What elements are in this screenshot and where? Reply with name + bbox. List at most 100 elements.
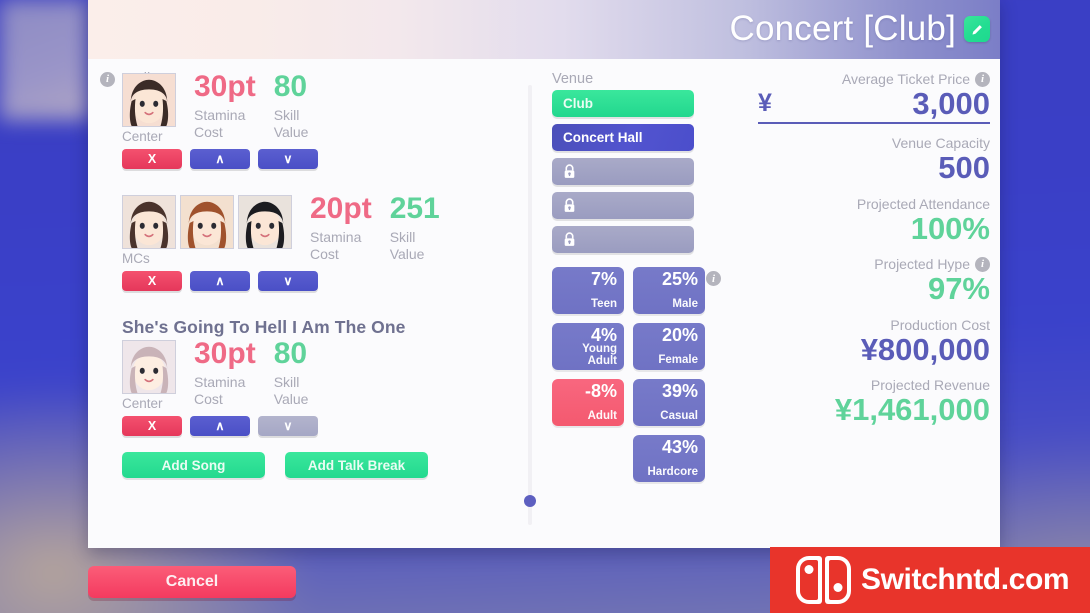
skill-value-value: 80 (273, 71, 308, 103)
venue-option-club[interactable]: Club (552, 90, 694, 117)
mc-portrait-2[interactable] (180, 195, 234, 249)
info-icon[interactable]: i (975, 256, 990, 272)
center-portrait-brunette[interactable] (122, 73, 176, 127)
song-spacer (100, 291, 508, 317)
stamina-cost-caption: Stamina Cost (194, 373, 246, 407)
scrollbar-thumb[interactable] (524, 495, 536, 507)
song-title: She's Going To Hell I Am The One (122, 317, 406, 337)
venue-option-locked (552, 226, 694, 253)
chip-label: Teen (591, 297, 617, 310)
venue-column: Venue Club Concert Hall 7% Teen 4% Young Adu… (552, 71, 758, 548)
projected-revenue-value: ¥1,461,000 (834, 391, 990, 427)
chip-label: Young Adult (582, 343, 617, 367)
ticket-price-input[interactable]: ¥ 3,000 (758, 86, 990, 125)
move-song-down-button[interactable]: ∨ (258, 271, 318, 291)
projected-attendance-label: Projected Attendance (856, 195, 990, 212)
center-portrait-blonde[interactable] (122, 340, 176, 394)
stamina-cost-value: 30pt (194, 71, 256, 103)
demo-chip-teen[interactable]: 7% Teen (552, 267, 624, 314)
info-icon[interactable]: i (975, 71, 990, 87)
site-watermark: Switchntd.com (770, 547, 1090, 613)
cancel-button[interactable]: Cancel (88, 566, 296, 598)
venue-label: Venue (552, 71, 594, 87)
chip-value: 39% (661, 381, 698, 401)
song-spacer (100, 169, 508, 195)
demo-chip-hardcore[interactable]: 43% Hardcore (633, 435, 705, 482)
pencil-icon (972, 24, 982, 34)
venue-option-locked (552, 158, 694, 185)
venue-capacity-value: 500 (938, 150, 990, 186)
info-icon[interactable]: i (706, 271, 721, 286)
stamina-cost-value: 20pt (310, 192, 372, 225)
song-entry: She's Going To Hell I Am The One Center 30… (100, 317, 508, 436)
chip-value: 4% (590, 325, 617, 345)
projected-hype-block: Projected Hype i 97% (758, 256, 990, 306)
ticket-price-label-row: Average Ticket Price i (758, 71, 990, 87)
edit-title-button[interactable] (964, 16, 990, 42)
song-members: Center (122, 73, 176, 144)
page-title: Concert [Club] (729, 8, 956, 48)
lock-icon (564, 198, 575, 212)
demo-chip-female[interactable]: 20% Female (633, 323, 705, 370)
remove-song-button[interactable]: X (122, 149, 182, 169)
stamina-cost-caption: Stamina Cost (310, 228, 362, 262)
stamina-cost-value: 30pt (194, 337, 256, 370)
add-song-button[interactable]: Add Song (122, 452, 265, 478)
yen-symbol: ¥ (758, 89, 772, 118)
chip-label: Adult (587, 409, 617, 422)
mc-portrait-1[interactable] (122, 195, 176, 249)
projected-hype-label: Projected Hype (874, 256, 970, 273)
move-song-down-button[interactable]: ∨ (258, 149, 318, 169)
add-buttons-row: Add Song Add Talk Break (100, 452, 508, 478)
demo-chip-adult[interactable]: -8% Adult (552, 379, 624, 426)
venue-option-concert-hall[interactable]: Concert Hall (552, 124, 694, 151)
move-song-up-button[interactable]: ∧ (190, 416, 250, 436)
stamina-cost-caption: Stamina Cost (194, 106, 246, 140)
ticket-price-block: Average Ticket Price i ¥ 3,000 (758, 71, 990, 125)
venue-header: Venue (552, 71, 758, 87)
dialog-body: i Setlist Center30ptStaminaCost80SkillVa… (88, 59, 1000, 548)
move-song-down-button: ∨ (258, 416, 318, 436)
stamina-cost-stat: 30pt Stamina Cost (194, 337, 256, 408)
song-action-buttons: X ∧ ∨ (100, 416, 508, 436)
lock-icon (564, 232, 575, 246)
add-talk-break-button[interactable]: Add Talk Break (285, 452, 428, 478)
concert-dialog: Concert [Club] i Setlist Center30ptStami… (88, 0, 1000, 548)
mc-portrait-3[interactable] (238, 195, 292, 249)
skill-value-caption: Skill Value (273, 373, 309, 407)
chip-label: Casual (660, 409, 698, 422)
skill-value-stat: 80 Skill Value (273, 71, 309, 141)
venue-option-label: Club (563, 96, 593, 111)
projected-attendance-value: 100% (910, 210, 990, 246)
venue-option-label: Concert Hall (563, 130, 643, 145)
chip-label: Hardcore (647, 465, 699, 478)
song-entry: MCs 20pt Stamina Cost 251 Skill Value X ∧ ∨ (100, 192, 508, 291)
projected-revenue-label: Projected Revenue (870, 376, 990, 393)
stats-column: Average Ticket Price i ¥ 3,000 Venue Cap… (758, 71, 1000, 548)
scrollbar-track[interactable] (528, 85, 532, 525)
song-detail-row: Center 30pt Stamina Cost 80 Skill Value (100, 71, 508, 144)
demo-chip-male[interactable]: 25% Male (633, 267, 705, 314)
watermark-text: Switchntd.com (861, 563, 1070, 596)
chip-value: -8% (584, 381, 617, 401)
setlist-scrollbar[interactable] (508, 71, 552, 548)
song-detail-row: MCs 20pt Stamina Cost 251 Skill Value (100, 192, 508, 266)
projected-hype-label-row: Projected Hype i (758, 256, 990, 272)
demo-chip-casual[interactable]: 39% Casual (633, 379, 705, 426)
chip-value: 25% (661, 269, 698, 289)
venue-option-list: Club Concert Hall (552, 90, 758, 253)
remove-song-button[interactable]: X (122, 271, 182, 291)
move-song-up-button[interactable]: ∧ (190, 149, 250, 169)
demo-chip-young-adult[interactable]: 4% Young Adult (552, 323, 624, 370)
move-song-up-button[interactable]: ∧ (190, 271, 250, 291)
production-cost-block: Production Cost ¥800,000 (758, 317, 990, 366)
remove-song-button[interactable]: X (122, 416, 182, 436)
projected-revenue-block: Projected Revenue ¥1,461,000 (758, 377, 990, 426)
stamina-cost-stat: 30pt Stamina Cost (194, 71, 256, 141)
production-cost-value: ¥800,000 (860, 331, 990, 367)
venue-option-locked (552, 192, 694, 219)
song-members: Center (122, 340, 176, 411)
age-demographics: 7% Teen 4% Young Adult -8% Adult (552, 267, 624, 482)
dialog-header: Concert [Club] (88, 0, 1000, 59)
song-role-label: MCs (122, 251, 150, 266)
